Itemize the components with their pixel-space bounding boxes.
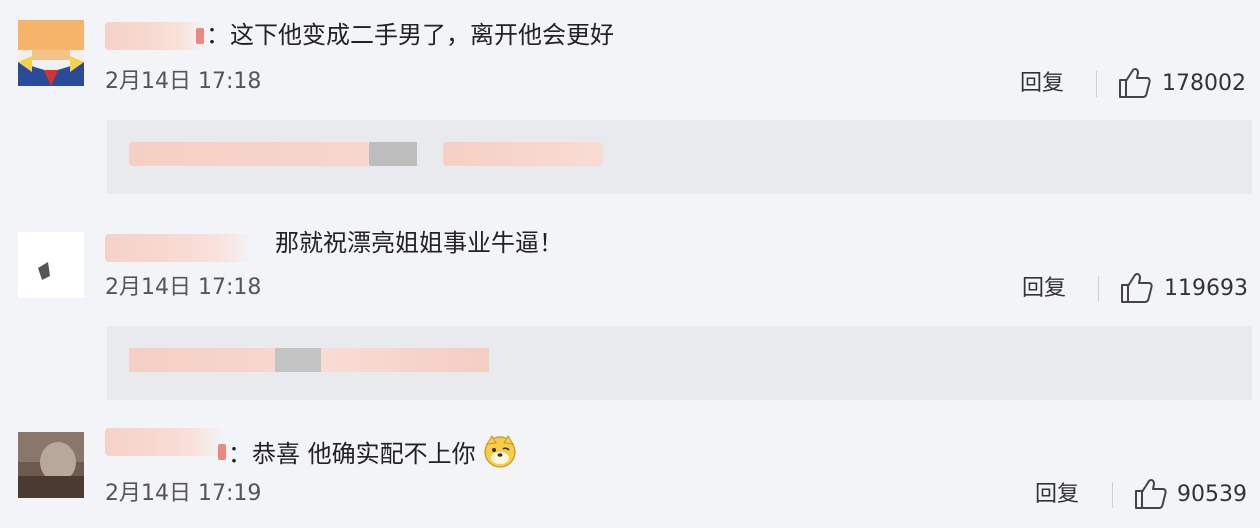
redacted-segment: [321, 348, 489, 372]
redacted-segment: [443, 142, 603, 166]
divider: [1098, 276, 1099, 302]
like-count: 90539: [1177, 482, 1247, 507]
comment-text: ：这下他变成二手男了，离开他会更好: [206, 21, 614, 49]
redacted-segment: [129, 142, 369, 166]
divider: [1112, 482, 1113, 508]
comment-time: 2月14日 17:18: [105, 69, 262, 94]
comment-text: 那就祝漂亮姐姐事业牛逼！: [275, 229, 563, 257]
avatar[interactable]: [18, 232, 84, 298]
comment-text: ：恭喜 他确实配不上你: [228, 434, 517, 469]
redacted-segment: [369, 142, 417, 166]
reply-button[interactable]: 回复: [1022, 275, 1066, 303]
username-redacted[interactable]: [105, 234, 253, 262]
thumbs-up-icon[interactable]: [1134, 478, 1168, 510]
sub-reply-redacted[interactable]: [107, 326, 1252, 400]
thumbs-up-icon[interactable]: [1120, 272, 1154, 304]
username-redacted-edge: [196, 28, 204, 44]
sub-reply-redacted[interactable]: [107, 120, 1252, 194]
divider: [1096, 71, 1097, 97]
redacted-segment: [275, 348, 321, 372]
comment-text-body: ：恭喜 他确实配不上你: [228, 440, 476, 468]
redacted-segment: [129, 348, 275, 372]
avatar[interactable]: [18, 432, 84, 498]
like-count: 178002: [1162, 71, 1246, 96]
like-count: 119693: [1164, 276, 1248, 301]
reply-button[interactable]: 回复: [1020, 70, 1064, 98]
comment-time: 2月14日 17:19: [105, 481, 262, 506]
username-redacted[interactable]: [105, 428, 223, 456]
username-redacted-edge: [218, 444, 226, 460]
thumbs-up-icon[interactable]: [1118, 67, 1152, 99]
comment-time: 2月14日 17:18: [105, 275, 262, 300]
username-redacted[interactable]: [105, 22, 205, 50]
dog-face-emoji-icon: [483, 434, 517, 468]
reply-button[interactable]: 回复: [1035, 481, 1079, 509]
avatar[interactable]: [18, 20, 84, 86]
